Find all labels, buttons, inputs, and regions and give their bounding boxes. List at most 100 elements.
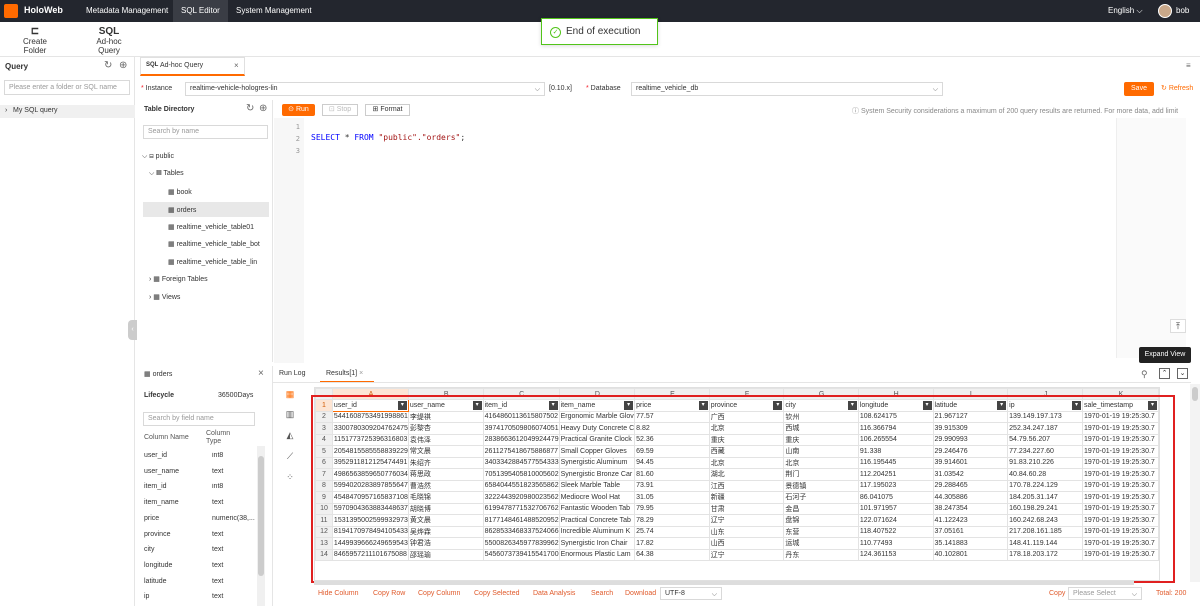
table-cell[interactable]: 邵瑶瑜 bbox=[407, 548, 484, 561]
table-cell[interactable]: 1970-01-19 19:25:30.7 bbox=[1081, 514, 1159, 527]
table-cell[interactable]: 108.624175 bbox=[857, 410, 934, 423]
avatar[interactable] bbox=[1158, 4, 1172, 18]
locate-icon[interactable]: ⊕ bbox=[119, 60, 127, 71]
table-cell[interactable]: 景德镇 bbox=[783, 479, 859, 492]
row-number[interactable]: 11 bbox=[315, 514, 333, 527]
tab-run-log[interactable]: Run Log bbox=[279, 370, 305, 377]
table-cell[interactable]: 吴烨霖 bbox=[407, 525, 484, 538]
tree-table-book[interactable]: ▦ book bbox=[168, 188, 192, 196]
table-cell[interactable]: 101.971957 bbox=[857, 502, 934, 515]
row-number[interactable]: 7 bbox=[315, 468, 333, 481]
table-row[interactable]: 11 1531395002599932973 黄文晨 8177148461488520… bbox=[315, 514, 1159, 527]
scroll-top-icon[interactable]: ⤒ bbox=[1170, 319, 1186, 333]
table-cell[interactable]: 3300780309204762475 bbox=[331, 422, 409, 435]
table-row[interactable]: 12 8194170978494105433 吴烨霖 8628533468337524… bbox=[315, 525, 1159, 538]
table-cell[interactable]: 5970904363883448637 bbox=[331, 502, 409, 515]
row-number[interactable]: 13 bbox=[315, 537, 333, 550]
menu-icon[interactable]: ≡ bbox=[1186, 61, 1191, 70]
tree-table-realtime-vehicle-table-bot[interactable]: ▦ realtime_vehicle_table_bot bbox=[168, 240, 268, 248]
table-row[interactable]: 7 4986563859650776034 蒋思政 70513954058100056… bbox=[315, 468, 1159, 481]
table-search-input[interactable]: Search by name bbox=[143, 125, 268, 139]
table-cell[interactable]: 117.195023 bbox=[857, 479, 934, 492]
table-cell[interactable]: 西藏 bbox=[708, 445, 785, 458]
table-cell[interactable]: 朱绍齐 bbox=[407, 456, 484, 469]
table-cell[interactable]: 4164860113615807502 bbox=[482, 410, 560, 423]
table-row[interactable]: 5 2054815585558839229 常文晨 26112754186758868… bbox=[315, 445, 1159, 458]
table-cell[interactable]: 2838663612049924479 bbox=[482, 433, 560, 446]
row-number[interactable]: 12 bbox=[315, 525, 333, 538]
table-cell[interactable]: 彭黎杏 bbox=[407, 422, 484, 435]
table-cell[interactable]: 3403342884577554333 bbox=[482, 456, 560, 469]
column-header[interactable]: latitude ▾ bbox=[932, 399, 1009, 412]
filter-dropdown-icon[interactable]: ▾ bbox=[472, 401, 482, 410]
table-cell[interactable]: Practical Granite Clock bbox=[558, 433, 636, 446]
table-cell[interactable]: 运城 bbox=[783, 537, 859, 550]
table-cell[interactable]: 160.198.29.241 bbox=[1007, 502, 1083, 515]
filter-dropdown-icon[interactable]: ▾ bbox=[997, 401, 1007, 410]
table-cell[interactable]: 盘锦 bbox=[783, 514, 859, 527]
table-cell[interactable]: 5441608753491998861 bbox=[331, 410, 409, 423]
table-cell[interactable]: Mediocre Wool Hat bbox=[558, 491, 636, 504]
table-cell[interactable]: Enormous Plastic Lam bbox=[558, 548, 636, 561]
table-cell[interactable]: 29.990993 bbox=[932, 433, 1009, 446]
table-cell[interactable]: 110.77493 bbox=[857, 537, 934, 550]
nav-system-management[interactable]: System Management bbox=[228, 0, 320, 22]
table-cell[interactable]: 3952911812125474491 bbox=[331, 456, 409, 469]
scrollbar[interactable] bbox=[257, 446, 265, 606]
table-cell[interactable]: 29.246476 bbox=[932, 445, 1009, 458]
table-cell[interactable]: 7051395405810005602 bbox=[482, 468, 560, 481]
row-number[interactable]: 6 bbox=[315, 456, 333, 469]
table-cell[interactable]: 1970-01-19 19:25:30.7 bbox=[1081, 491, 1159, 504]
column-header[interactable]: price ▾ bbox=[634, 399, 710, 412]
table-cell[interactable]: 91.83.210.226 bbox=[1007, 456, 1083, 469]
table-cell[interactable]: 1970-01-19 19:25:30.7 bbox=[1081, 456, 1159, 469]
table-cell[interactable]: 79.95 bbox=[634, 502, 710, 515]
row-number[interactable]: 3 bbox=[315, 422, 333, 435]
table-cell[interactable]: 40.84.60.28 bbox=[1007, 468, 1083, 481]
table-cell[interactable]: 江西 bbox=[708, 479, 785, 492]
column-header[interactable]: city ▾ bbox=[783, 399, 859, 412]
table-cell[interactable]: 217.208.161.185 bbox=[1007, 525, 1083, 538]
table-cell[interactable]: 38.247354 bbox=[932, 502, 1009, 515]
table-cell[interactable]: 北京 bbox=[783, 456, 859, 469]
tree-tables[interactable]: ⌵ ▦ Tables bbox=[149, 170, 184, 178]
column-letter[interactable]: C bbox=[482, 388, 560, 400]
copy-row-link[interactable]: Copy Row bbox=[373, 590, 405, 597]
table-cell[interactable]: 1970-01-19 19:25:30.7 bbox=[1081, 525, 1159, 538]
encoding-select[interactable]: UTF-8 ⌵ bbox=[660, 587, 722, 600]
table-cell[interactable]: 3222443920980023562 bbox=[482, 491, 560, 504]
nav-metadata-management[interactable]: Metadata Management bbox=[78, 0, 176, 22]
tree-foreign-tables[interactable]: › ▦ Foreign Tables bbox=[149, 275, 208, 283]
table-cell[interactable]: 40.102801 bbox=[932, 548, 1009, 561]
column-letter[interactable]: E bbox=[634, 388, 710, 400]
sql-code-line[interactable]: SELECT * FROM "public"."orders"; bbox=[311, 133, 465, 142]
table-cell[interactable]: 1970-01-19 19:25:30.7 bbox=[1081, 422, 1159, 435]
table-cell[interactable]: 金昌 bbox=[783, 502, 859, 515]
table-cell[interactable]: Small Copper Gloves bbox=[558, 445, 636, 458]
column-header[interactable]: item_id ▾ bbox=[482, 399, 560, 412]
table-cell[interactable]: 北京 bbox=[708, 422, 785, 435]
table-cell[interactable]: 1970-01-19 19:25:30.7 bbox=[1081, 468, 1159, 481]
table-cell[interactable]: Incredible Aluminum K bbox=[558, 525, 636, 538]
download-link[interactable]: Download bbox=[625, 590, 656, 597]
tab-adhoc-query[interactable]: SQL Ad-hoc Query × bbox=[140, 57, 245, 76]
table-cell[interactable]: 44.305886 bbox=[932, 491, 1009, 504]
tab-results[interactable]: Results[1] × bbox=[320, 366, 374, 383]
locate-icon[interactable]: ⊕ bbox=[259, 103, 267, 114]
table-cell[interactable]: 山南 bbox=[783, 445, 859, 458]
table-cell[interactable]: 重庆 bbox=[783, 433, 859, 446]
table-cell[interactable]: 35.141883 bbox=[932, 537, 1009, 550]
run-button[interactable]: ⊙ Run bbox=[282, 104, 315, 116]
scrollbar[interactable] bbox=[1190, 384, 1200, 582]
table-cell[interactable]: 31.05 bbox=[634, 491, 710, 504]
column-header[interactable]: sale_timestamp ▾ bbox=[1081, 399, 1159, 412]
table-cell[interactable]: Synergistic Iron Chair bbox=[558, 537, 636, 550]
table-cell[interactable]: Synergistic Bronze Car bbox=[558, 468, 636, 481]
table-cell[interactable]: 蒋思政 bbox=[407, 468, 484, 481]
copy-format-select[interactable]: Please Select ⌵ bbox=[1068, 587, 1142, 600]
table-cell[interactable]: 86.041075 bbox=[857, 491, 934, 504]
table-cell[interactable]: 1970-01-19 19:25:30.7 bbox=[1081, 502, 1159, 515]
nav-sql-editor[interactable]: SQL Editor bbox=[173, 0, 228, 22]
table-cell[interactable]: 81.60 bbox=[634, 468, 710, 481]
column-header[interactable]: ip ▾ bbox=[1007, 399, 1083, 412]
